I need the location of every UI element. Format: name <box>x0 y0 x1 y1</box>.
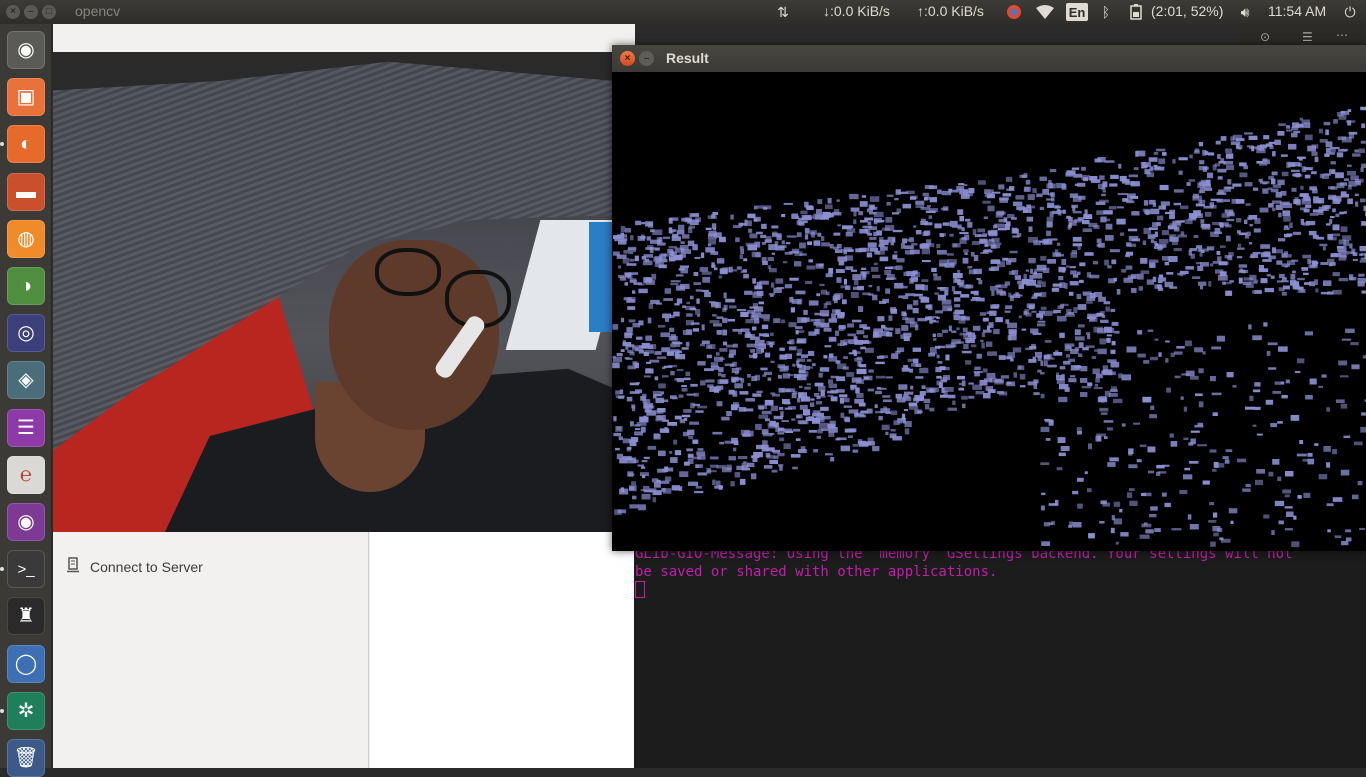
terminal-cursor <box>635 581 645 598</box>
chess-icon[interactable]: ♜ <box>7 597 45 635</box>
bluetooth-icon[interactable]: ᛒ <box>1098 3 1114 21</box>
app-title: opencv <box>75 3 120 19</box>
server-icon <box>66 557 80 576</box>
wifi-icon[interactable] <box>1035 3 1055 21</box>
result-close-button[interactable]: × <box>620 51 635 66</box>
clock[interactable]: 11:54 AM <box>1268 3 1326 19</box>
screenshot-icon[interactable]: ▣ <box>7 78 45 116</box>
terminal-window[interactable]: GLib-GIO-Message: Using the 'memory' GSe… <box>634 530 1366 768</box>
top-panel: × – □ opencv ⇅ ↓:0.0 KiB/s ↑:0.0 KiB/s E… <box>0 0 1366 24</box>
keyboard-layout-indicator[interactable]: En <box>1066 3 1088 21</box>
more-options-icon[interactable]: ⋯ <box>1336 28 1348 42</box>
window-maximize-button[interactable]: □ <box>42 5 56 19</box>
pin-icon[interactable]: ⊙ <box>1260 30 1270 44</box>
running-indicator <box>0 567 4 571</box>
window-close-button[interactable]: × <box>6 5 20 19</box>
eclipse-icon[interactable]: ◎ <box>7 314 45 352</box>
result-window-title: Result <box>666 50 709 66</box>
result-titlebar[interactable]: × – Result <box>612 45 1366 72</box>
webcam-feed-window[interactable] <box>53 52 613 532</box>
running-indicator <box>0 709 4 713</box>
firefox-icon[interactable]: ◐ <box>7 125 45 163</box>
software-center-icon[interactable]: ◍ <box>7 220 45 258</box>
sidebar-item-connect-to-server[interactable]: Connect to Server <box>66 557 203 576</box>
e-reader-icon[interactable]: ℮ <box>7 456 45 494</box>
network-transfer-icon[interactable]: ⇅ <box>773 3 793 21</box>
launcher: ◉▣◐▬◍◑◎◈☰℮◉>_♜◯✲🗑 <box>0 24 52 768</box>
webcam-glasses-left <box>375 248 441 296</box>
net-down-speed[interactable]: ↓:0.0 KiB/s <box>823 3 890 19</box>
ubuntu-dash-icon[interactable]: ◉ <box>7 31 45 69</box>
connect-server-label: Connect to Server <box>90 559 203 575</box>
settings-toggle-icon[interactable]: ◑ <box>7 267 45 305</box>
result-minimize-button[interactable]: – <box>639 51 654 66</box>
window-minimize-button[interactable]: – <box>24 5 38 19</box>
volume-icon[interactable]: 🔊︎ <box>1234 3 1256 21</box>
result-mask-image <box>612 72 1366 551</box>
result-window[interactable]: × – Result <box>612 45 1366 551</box>
battery-status[interactable]: (2:01, 52%) <box>1151 3 1223 19</box>
terminal-output-line: be saved or shared with other applicatio… <box>635 564 997 580</box>
files-icon[interactable]: ▬ <box>7 173 45 211</box>
app-grid-icon[interactable]: ✲ <box>7 692 45 730</box>
chromium-icon[interactable]: ◯ <box>7 645 45 683</box>
list-view-icon[interactable]: ☰ <box>1302 30 1313 44</box>
running-indicator <box>0 142 4 146</box>
camera-app-icon[interactable]: ◉ <box>7 503 45 541</box>
file-manager-content <box>370 530 635 768</box>
power-menu-icon[interactable]: ⏻ <box>1340 3 1360 21</box>
trash-icon[interactable]: 🗑 <box>7 739 45 777</box>
webcam-background-blue <box>589 222 613 332</box>
update-notifier-icon[interactable] <box>1003 3 1025 21</box>
net-up-speed[interactable]: ↑:0.0 KiB/s <box>917 3 984 19</box>
text-editor-icon[interactable]: ☰ <box>7 409 45 447</box>
pdf-viewer-icon[interactable]: ◈ <box>7 361 45 399</box>
terminal-icon[interactable]: >_ <box>7 550 45 588</box>
battery-icon[interactable] <box>1128 3 1144 21</box>
